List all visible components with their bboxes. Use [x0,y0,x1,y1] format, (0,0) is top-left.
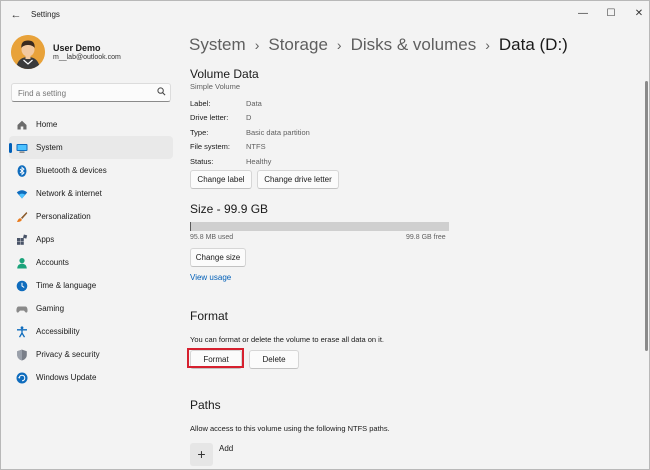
breadcrumb-item-system[interactable]: System [189,35,246,54]
minimize-button[interactable]: — [568,4,598,24]
sidebar-item-label: Home [36,120,58,129]
add-path-button[interactable]: + [190,443,213,466]
property-value: Basic data partition [246,128,310,137]
breadcrumb-item-disks-volumes[interactable]: Disks & volumes [351,35,477,54]
breadcrumb-item-storage[interactable]: Storage [268,35,328,54]
sidebar-item-bluetooth[interactable]: Bluetooth & devices [9,159,173,182]
sidebar-nav: Home System Bluetooth & devices Network … [9,113,173,389]
system-icon [16,144,28,153]
scrollbar[interactable] [645,81,648,351]
brush-icon [17,212,28,222]
size-title: Size - 99.9 GB [190,202,269,216]
format-description: You can format or delete the volume to e… [190,335,385,344]
network-icon [16,190,28,199]
property-value: Data [246,99,262,108]
property-value: Healthy [246,157,272,166]
sidebar-item-network[interactable]: Network & internet [9,182,173,205]
sidebar-item-label: Time & language [36,281,97,290]
format-button-highlight [187,348,244,368]
property-label: Label: [190,99,211,108]
shield-icon [17,349,27,361]
sidebar-item-system[interactable]: System [9,136,173,159]
app-title: Settings [31,10,60,19]
sidebar-item-label: Apps [36,235,55,244]
update-icon [16,372,28,384]
format-title: Format [190,309,229,323]
property-label: Status: [190,157,214,166]
property-label: Type: [190,128,209,137]
maximize-button[interactable]: ☐ [596,4,626,24]
sidebar-item-label: Windows Update [36,373,97,382]
sidebar-item-time-language[interactable]: Time & language [9,274,173,297]
sidebar-item-personalization[interactable]: Personalization [9,205,173,228]
home-icon [17,120,27,130]
page-title: Data (D:) [498,35,568,54]
sidebar-item-privacy-security[interactable]: Privacy & security [9,343,173,366]
user-name: User Demo [53,43,101,53]
user-email: m__lab@outlook.com [53,54,121,61]
sidebar-item-label: System [36,143,63,152]
sidebar-item-windows-update[interactable]: Windows Update [9,366,173,389]
sidebar-item-label: Gaming [36,304,65,313]
avatar[interactable] [11,35,45,69]
property-value: D [246,113,252,122]
search-input[interactable] [18,87,158,99]
sidebar-item-label: Personalization [36,212,91,221]
chevron-right-icon: › [254,37,260,53]
sidebar-item-label: Privacy & security [36,350,100,359]
add-path-label[interactable]: Add [219,444,233,453]
accounts-icon [17,258,27,269]
change-label-button[interactable]: Change label [190,170,252,189]
sidebar-item-label: Accounts [36,258,69,267]
close-button[interactable]: ✕ [624,4,650,24]
breadcrumb: System › Storage › Disks & volumes › Data (D:) [189,35,568,55]
time-language-icon [16,280,28,292]
sidebar-item-label: Network & internet [36,189,102,198]
paths-description: Allow access to this volume using the fo… [190,424,390,433]
change-drive-letter-button[interactable]: Change drive letter [257,170,339,189]
view-usage-link[interactable]: View usage [190,273,231,282]
sidebar-item-accessibility[interactable]: Accessibility [9,320,173,343]
accessibility-icon [17,326,27,338]
title-bar: ← Settings — ☐ ✕ [1,1,649,29]
gaming-icon [16,306,28,313]
sidebar-item-home[interactable]: Home [9,113,173,136]
settings-window: ← Settings — ☐ ✕ User Demo m__lab@outloo… [0,0,650,470]
sidebar-item-gaming[interactable]: Gaming [9,297,173,320]
property-label: Drive letter: [190,113,229,122]
search-icon[interactable] [157,87,166,98]
usage-bar [190,222,449,231]
bluetooth-icon [17,165,27,177]
chevron-right-icon: › [485,37,490,53]
sidebar-item-accounts[interactable]: Accounts [9,251,173,274]
volume-title: Volume Data [190,67,259,81]
change-size-button[interactable]: Change size [190,248,246,267]
back-arrow-icon: ← [10,9,22,21]
free-space: 99.8 GB free [406,234,446,241]
property-label: File system: [190,142,231,151]
property-value: NTFS [246,142,266,151]
usage-bar-fill [190,222,191,231]
sidebar-item-label: Accessibility [36,327,80,336]
user-avatar-icon [11,35,45,69]
delete-button[interactable]: Delete [249,350,299,369]
sidebar-item-apps[interactable]: Apps [9,228,173,251]
used-space: 95.8 MB used [190,234,234,241]
search-box[interactable] [11,83,171,102]
back-button[interactable]: ← [7,7,25,23]
plus-icon: + [197,446,206,462]
sidebar-item-label: Bluetooth & devices [36,166,107,175]
paths-title: Paths [190,398,221,412]
volume-subtitle: Simple Volume [190,82,241,91]
apps-icon [17,234,28,245]
chevron-right-icon: › [336,37,342,53]
